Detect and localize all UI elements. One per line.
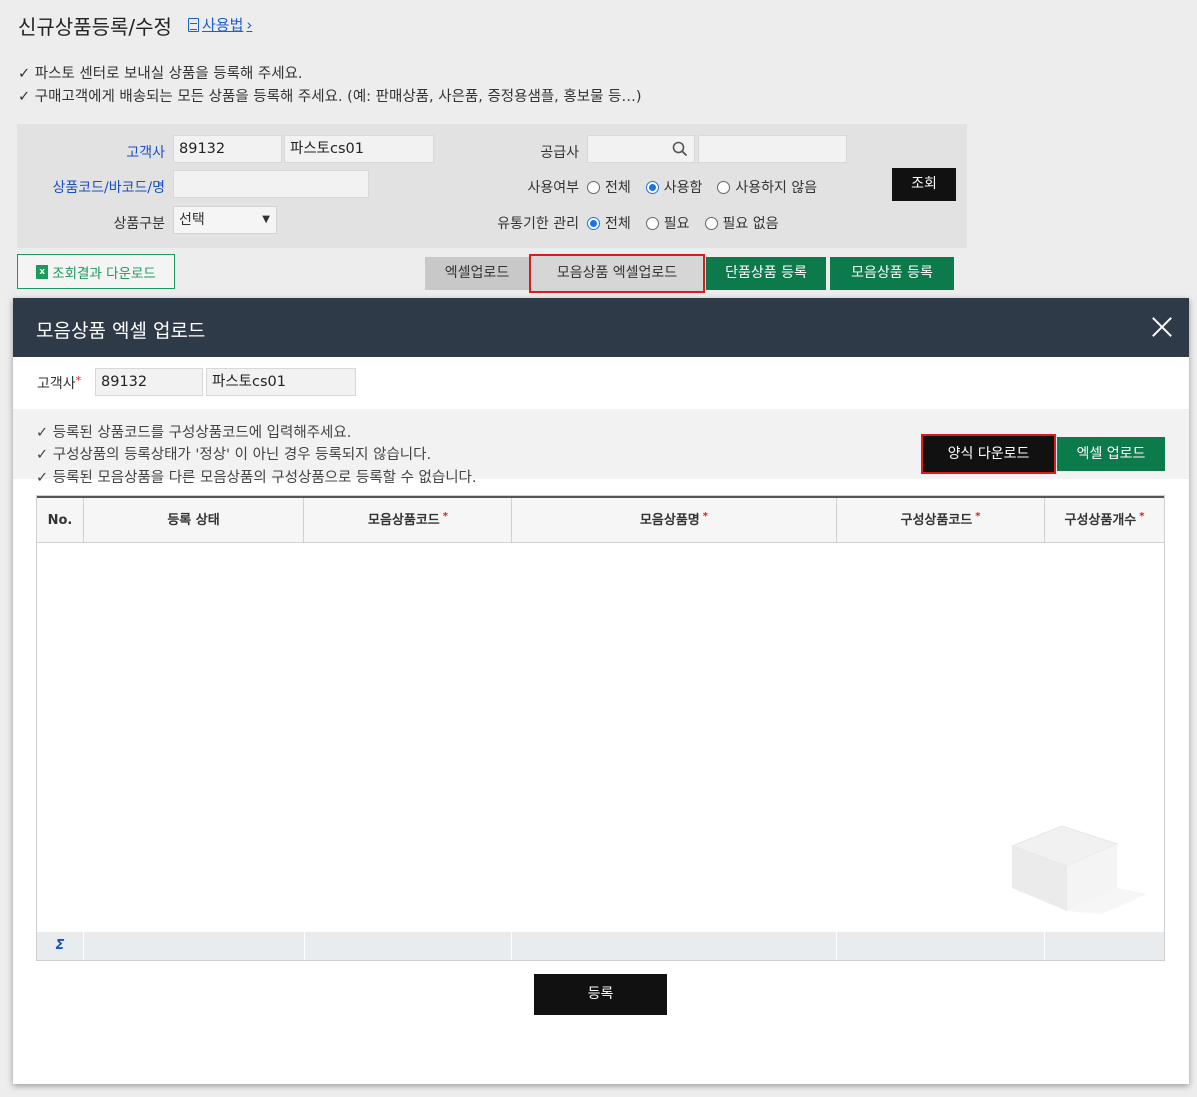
radio-usage-all-label: 전체	[605, 180, 631, 196]
help-link[interactable]: 사용법 ›	[188, 14, 252, 35]
document-icon	[188, 17, 199, 32]
help-link-label: 사용법	[202, 16, 244, 34]
summary-cell	[512, 932, 837, 960]
excel-upload-button[interactable]: 엑셀업로드	[425, 257, 529, 290]
grid-header: No. 등록 상태 모음상품코드 * 모음상품명 * 구성상품코드 * 구성상품개수 *	[37, 496, 1164, 543]
product-label[interactable]: 상품코드/바코드/명	[17, 177, 165, 197]
required-mark: *	[1139, 511, 1145, 522]
supplier-name-field	[698, 135, 847, 163]
required-mark: *	[75, 374, 82, 387]
close-icon[interactable]	[1151, 316, 1173, 338]
required-mark: *	[442, 511, 448, 522]
modal-customer-name-field: 파스토cs01	[206, 368, 356, 396]
search-icon[interactable]	[672, 141, 688, 157]
bundle-excel-upload-button[interactable]: 모음상품 엑셀업로드	[529, 254, 705, 293]
customer-code-field[interactable]: 89132	[173, 135, 282, 163]
download-results-button[interactable]: x 조회결과 다운로드	[17, 254, 175, 289]
radio-expiry-all[interactable]	[587, 216, 600, 230]
column-header-no[interactable]: No.	[37, 498, 84, 543]
category-select[interactable]: 선택 ▼	[173, 206, 277, 234]
notice-line: ✓ 파스토 센터로 보내실 상품을 등록해 주세요.	[18, 66, 303, 82]
modal-customer-code-field[interactable]: 89132	[95, 368, 203, 396]
radio-usage-used[interactable]	[645, 180, 659, 194]
usage-radio-group: 전체 사용함 사용하지 않음	[587, 177, 827, 197]
radio-expiry-required[interactable]	[645, 216, 659, 230]
column-header-bundle-name[interactable]: 모음상품명 *	[512, 498, 837, 543]
summary-cell	[305, 932, 512, 960]
bundle-upload-grid: No. 등록 상태 모음상품코드 * 모음상품명 * 구성상품코드 * 구성상품개수 *…	[36, 495, 1165, 961]
radio-expiry-not-required[interactable]	[704, 216, 718, 230]
column-header-bundle-name-label: 모음상품명	[639, 513, 700, 528]
single-product-register-button[interactable]: 단품상품 등록	[706, 257, 826, 290]
radio-usage-unused-label: 사용하지 않음	[735, 180, 818, 196]
modal-header: 모음상품 엑셀 업로드	[13, 298, 1189, 357]
empty-box-illustration	[1010, 825, 1147, 914]
radio-expiry-required-label: 필요	[663, 216, 690, 232]
modal-note: ✓ 등록된 모음상품을 다른 모음상품의 구성상품으로 등록할 수 없습니다.	[36, 470, 477, 486]
modal-customer-label-text: 고객사	[37, 376, 76, 392]
customer-name-field: 파스토cs01	[284, 135, 434, 163]
radio-usage-unused[interactable]	[717, 180, 731, 194]
category-label: 상품구분	[113, 216, 165, 232]
column-header-component-count-label: 구성상품개수	[1064, 513, 1137, 528]
modal-excel-upload-button[interactable]: 엑셀 업로드	[1057, 437, 1165, 471]
summary-cell	[1045, 932, 1164, 960]
required-mark: *	[975, 511, 981, 522]
summary-cell	[84, 932, 305, 960]
template-download-button[interactable]: 양식 다운로드	[921, 434, 1056, 474]
expiry-label: 유통기한 관리	[497, 216, 579, 232]
chevron-right-icon: ›	[246, 15, 253, 34]
excel-file-icon: x	[36, 264, 49, 279]
column-header-bundle-code-label: 모음상품코드	[368, 513, 440, 528]
grid-summary-row: Σ	[37, 932, 1164, 960]
product-search-input[interactable]	[173, 170, 369, 198]
usage-label: 사용여부	[527, 180, 579, 196]
radio-usage-used-label: 사용함	[663, 180, 703, 196]
radio-expiry-not-required-label: 필요 없음	[722, 216, 779, 232]
modal-note: ✓ 등록된 상품코드를 구성상품코드에 입력해주세요.	[36, 425, 352, 441]
category-select-value: 선택	[179, 212, 205, 228]
summary-cell	[837, 932, 1045, 960]
column-header-component-count[interactable]: 구성상품개수 *	[1045, 498, 1164, 543]
modal-title: 모음상품 엑셀 업로드	[36, 320, 206, 342]
modal-customer-row: 고객사* 89132 파스토cs01	[13, 357, 1189, 409]
column-header-component-code[interactable]: 구성상품코드 *	[837, 498, 1045, 543]
supplier-label: 공급사	[540, 145, 579, 161]
bundle-excel-upload-modal: 모음상품 엑셀 업로드 고객사* 89132 파스토cs01 ✓ 등록된 상품코…	[13, 298, 1189, 1084]
modal-customer-label: 고객사*	[37, 373, 81, 393]
column-header-component-code-label: 구성상품코드	[900, 513, 973, 528]
search-button[interactable]: 조회	[892, 168, 956, 201]
column-header-bundle-code[interactable]: 모음상품코드 *	[305, 498, 512, 543]
download-results-label: 조회결과 다운로드	[52, 265, 156, 282]
notice-line: ✓ 구매고객에게 배송되는 모든 상품을 등록해 주세요. (예: 판매상품, …	[18, 89, 642, 105]
column-header-status[interactable]: 등록 상태	[84, 498, 304, 543]
customer-label[interactable]: 고객사	[57, 142, 165, 162]
page-title: 신규상품등록/수정	[18, 15, 172, 39]
modal-note: ✓ 구성상품의 등록상태가 '정상' 이 아닌 경우 등록되지 않습니다.	[36, 447, 432, 463]
submit-register-button[interactable]: 등록	[534, 974, 667, 1015]
expiry-radio-group: 전체 필요 필요 없음	[587, 213, 789, 233]
radio-expiry-all-label: 전체	[605, 216, 631, 232]
search-panel: 고객사 89132 파스토cs01 상품코드/바코드/명 상품구분 선택 ▼ 공…	[17, 124, 967, 248]
required-mark: *	[702, 511, 709, 522]
bundle-product-register-button[interactable]: 모음상품 등록	[830, 257, 954, 290]
sum-icon: Σ	[37, 932, 84, 960]
radio-usage-all[interactable]	[587, 180, 600, 194]
chevron-down-icon: ▼	[262, 214, 270, 225]
